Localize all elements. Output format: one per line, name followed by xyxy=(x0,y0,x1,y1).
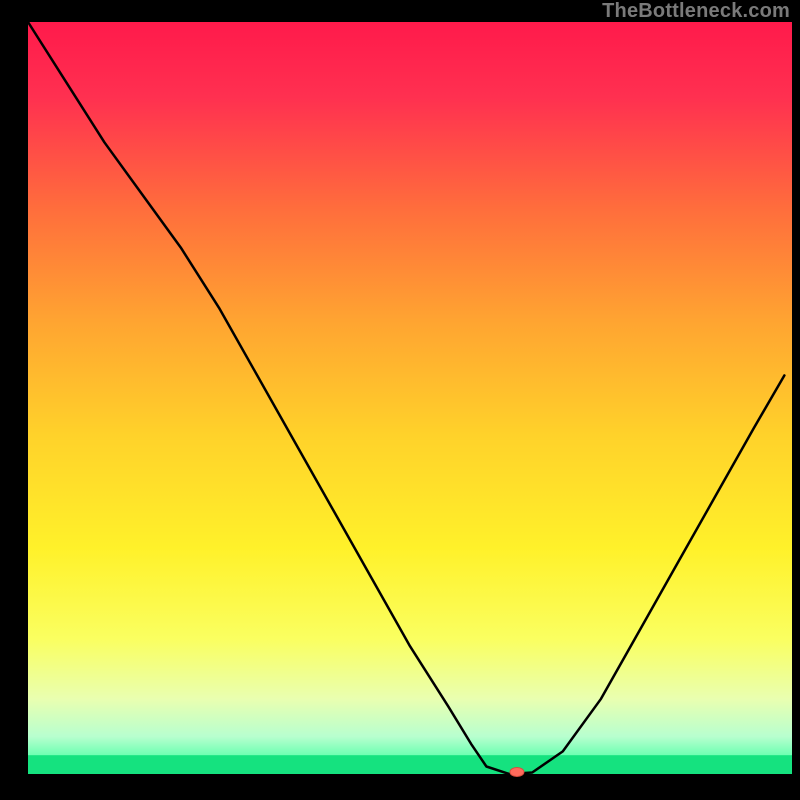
watermark-text: TheBottleneck.com xyxy=(602,0,790,23)
plot-background xyxy=(28,22,792,774)
chart-canvas: TheBottleneck.com xyxy=(0,0,800,800)
optimal-point-marker xyxy=(510,768,524,777)
green-band xyxy=(28,755,792,774)
plot-area xyxy=(28,22,792,777)
chart-svg xyxy=(0,0,800,800)
